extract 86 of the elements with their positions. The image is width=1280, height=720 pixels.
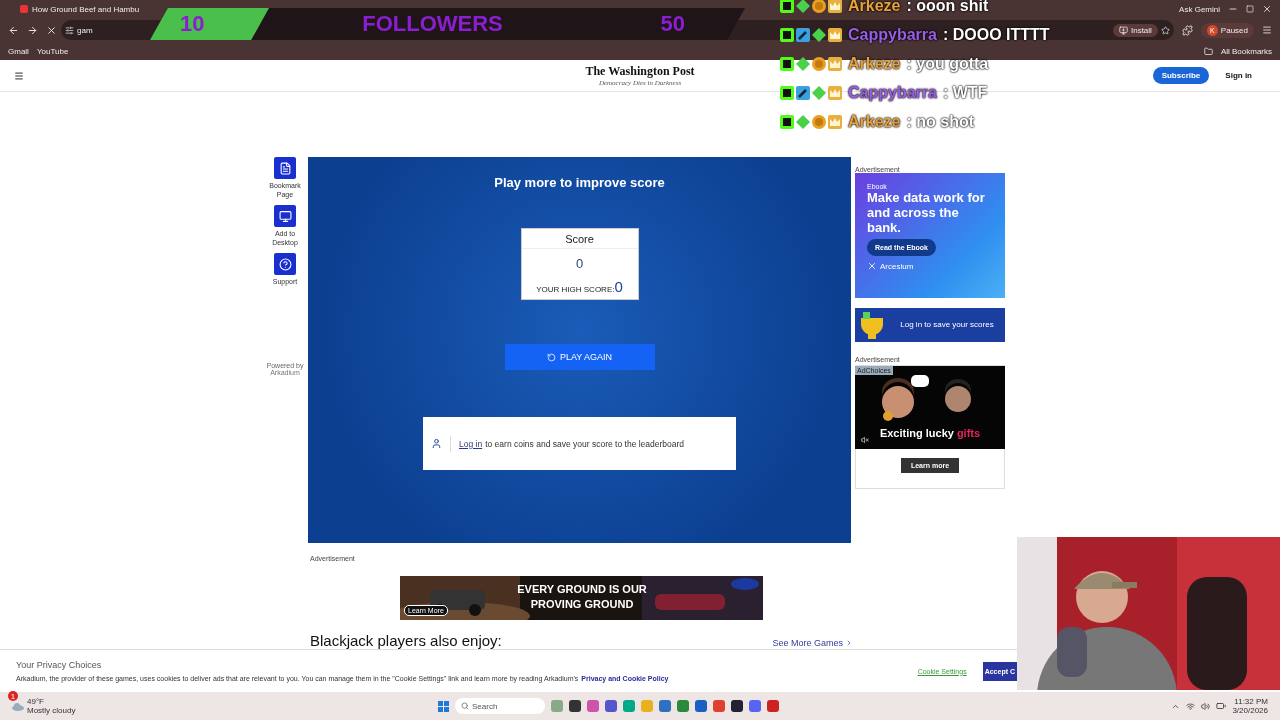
see-more-games-link[interactable]: See More Games (772, 638, 853, 648)
menu-icon[interactable] (14, 70, 24, 81)
site-logo[interactable]: The Washington Post (585, 64, 695, 79)
chat-message: : DOOO ITTTT (942, 25, 1050, 44)
search-icon (461, 702, 469, 710)
stop-icon[interactable] (46, 24, 57, 36)
subscribe-button[interactable]: Subscribe (1152, 67, 1210, 84)
ad-headline-highlight: gifts (956, 427, 981, 439)
all-bookmarks-link[interactable]: All Bookmarks (1220, 46, 1272, 56)
sign-in-button[interactable]: Sign in (1219, 70, 1258, 81)
chat-message: : no shot (906, 112, 975, 131)
notification-badge: 1 (8, 691, 18, 701)
cloud-icon (12, 701, 24, 711)
mute-icon[interactable] (861, 436, 869, 444)
play-again-button[interactable]: PLAY AGAIN (504, 344, 655, 370)
windows-icon[interactable] (438, 700, 449, 712)
crown-icon (828, 0, 842, 13)
coin-icon (812, 56, 826, 71)
diamond-icon (796, 56, 810, 71)
badge-icon (780, 114, 794, 129)
help-icon (278, 257, 292, 271)
diamond-icon (796, 114, 810, 129)
login-promo-banner[interactable]: Log in to save your scores (855, 308, 1005, 342)
promo-text: Log in to save your scores (899, 319, 995, 331)
temperature: 49°F (27, 697, 45, 706)
coin-icon (812, 0, 826, 13)
diamond-icon (812, 85, 826, 100)
high-score-label: YOUR HIGH SCORE: (536, 285, 615, 294)
high-score-value: 0 (614, 278, 623, 295)
clock-time[interactable]: 11:32 PM (1234, 697, 1268, 706)
diamond-icon (796, 0, 810, 13)
restore-icon[interactable] (1246, 5, 1254, 13)
taskbar-search[interactable]: Search (455, 698, 545, 714)
extensions-icon[interactable] (1181, 24, 1193, 36)
document-icon (278, 161, 292, 175)
close-icon[interactable] (1262, 4, 1272, 14)
ad-headline: Make data work for and across the bank. (867, 190, 986, 235)
wrench-icon (796, 85, 810, 100)
menu-icon[interactable] (1262, 25, 1272, 35)
coin-icon (812, 114, 826, 129)
chevron-right-icon (845, 639, 853, 647)
browser-tab[interactable]: How Ground Beef and Hambu (14, 1, 146, 17)
speaker-icon[interactable] (1201, 701, 1211, 711)
bookmark-link[interactable]: Gmail (8, 46, 29, 56)
ask-gemini-button[interactable]: Ask Gemini (1179, 4, 1220, 14)
monitor-download-icon (1118, 25, 1128, 35)
crown-icon (828, 85, 842, 100)
diamond-icon (812, 27, 826, 42)
forward-icon[interactable] (27, 24, 38, 36)
chat-username: Arkeze (848, 112, 901, 131)
badge-icon (780, 0, 794, 13)
goal-label: FOLLOWERS (362, 11, 503, 37)
score-label: Score (521, 229, 638, 249)
game-title: Play more to improve score (494, 175, 665, 190)
goal-target: 50 (660, 11, 685, 37)
goal-current: 10 (180, 11, 205, 37)
address-field[interactable]: gam (77, 25, 93, 35)
battery-icon[interactable] (1216, 701, 1227, 711)
score-value: 0 (575, 255, 584, 273)
banner-headline: EVERY GROUND IS OUR PROVING GROUND (516, 582, 648, 612)
bookmark-link[interactable]: YouTube (36, 46, 69, 56)
chat-username: Cappybarra (848, 83, 937, 102)
weather-status: Mostly cloudy (27, 706, 76, 715)
log-in-link[interactable]: Log in (459, 438, 483, 449)
privacy-title: Your Privacy Choices (16, 660, 103, 670)
monitor-icon (278, 209, 292, 223)
app-icon[interactable] (569, 700, 581, 712)
user-icon (431, 438, 442, 449)
crown-icon (828, 114, 842, 129)
site-info-icon[interactable] (65, 25, 74, 35)
section-heading: Blackjack players also enjoy: (310, 632, 503, 649)
clock-date[interactable]: 3/20/2026 (1232, 706, 1268, 715)
app-icon[interactable] (731, 700, 743, 712)
folder-icon[interactable] (1203, 46, 1213, 56)
back-icon[interactable] (8, 24, 19, 36)
star-icon[interactable] (1160, 25, 1170, 35)
chat-username: Cappybarra (848, 25, 937, 44)
badge-icon (780, 85, 794, 100)
advertiser-logo: Arcesium (867, 261, 993, 271)
install-button[interactable]: Install (1112, 23, 1158, 37)
ad-headline: Exciting lucky (879, 427, 954, 439)
video-favicon-icon (20, 5, 28, 13)
chat-message: : WTF (942, 83, 988, 102)
replay-icon (546, 352, 556, 362)
wifi-icon[interactable] (1186, 701, 1196, 711)
login-message: Log in to earn coins and save your score to the leaderboard (459, 438, 685, 449)
